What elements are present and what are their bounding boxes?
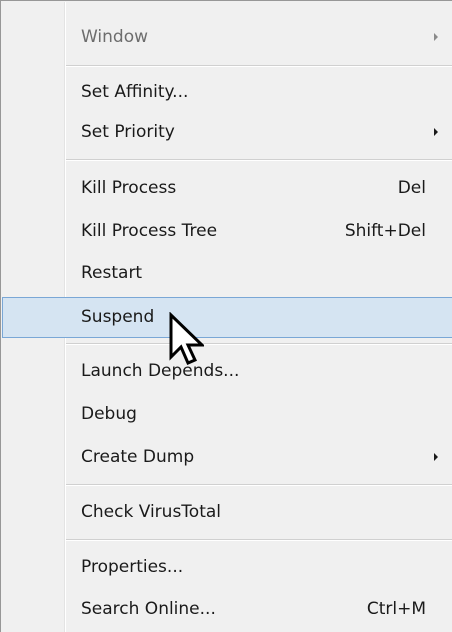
menu-item-label: Kill Process Tree xyxy=(81,221,218,241)
menu-item-label: Set Affinity... xyxy=(81,82,189,102)
menu-item-shortcut: Ctrl+M xyxy=(366,599,426,619)
menu-separator xyxy=(66,343,452,345)
menu-item-debug[interactable]: Debug xyxy=(2,394,452,434)
menu-item-kill-process[interactable]: Kill Process Del xyxy=(2,168,452,208)
menu-item-launch-depends[interactable]: Launch Depends... xyxy=(2,351,452,391)
menu-item-set-affinity[interactable]: Set Affinity... xyxy=(2,72,452,112)
menu-item-label: Window xyxy=(81,27,149,47)
menu-item-label: Create Dump xyxy=(81,447,195,467)
menu-item-window: Window xyxy=(2,17,452,57)
menu-item-shortcut: Del xyxy=(397,178,426,198)
menu-item-shortcut: Shift+Del xyxy=(344,221,426,241)
menu-item-properties[interactable]: Properties... xyxy=(2,547,452,587)
menu-item-search-online[interactable]: Search Online... Ctrl+M xyxy=(2,589,452,629)
submenu-arrow-icon xyxy=(434,128,438,136)
menu-item-kill-process-tree[interactable]: Kill Process Tree Shift+Del xyxy=(2,211,452,251)
submenu-arrow-icon xyxy=(434,453,438,461)
menu-item-label: Launch Depends... xyxy=(81,361,240,381)
submenu-arrow-icon xyxy=(434,33,438,41)
menu-item-label: Check VirusTotal xyxy=(81,502,222,522)
menu-item-label: Restart xyxy=(81,263,143,283)
menu-separator xyxy=(66,484,452,486)
menu-item-label: Suspend xyxy=(81,307,155,327)
menu-item-label: Set Priority xyxy=(81,122,175,142)
menu-item-label: Search Online... xyxy=(81,599,216,619)
context-menu: Window Set Affinity... Set Priority Kill… xyxy=(0,0,452,632)
menu-item-set-priority[interactable]: Set Priority xyxy=(2,112,452,152)
menu-item-label: Kill Process xyxy=(81,178,177,198)
menu-item-suspend[interactable]: Suspend xyxy=(2,297,452,338)
menu-item-check-virustotal[interactable]: Check VirusTotal xyxy=(2,492,452,532)
menu-separator xyxy=(66,159,452,161)
menu-item-label: Properties... xyxy=(81,557,184,577)
arrow-pointer-icon xyxy=(169,312,204,365)
menu-item-create-dump[interactable]: Create Dump xyxy=(2,437,452,477)
menu-separator xyxy=(66,539,452,541)
menu-item-restart[interactable]: Restart xyxy=(2,253,452,293)
menu-item-label: Debug xyxy=(81,404,137,424)
menu-separator xyxy=(66,65,452,67)
